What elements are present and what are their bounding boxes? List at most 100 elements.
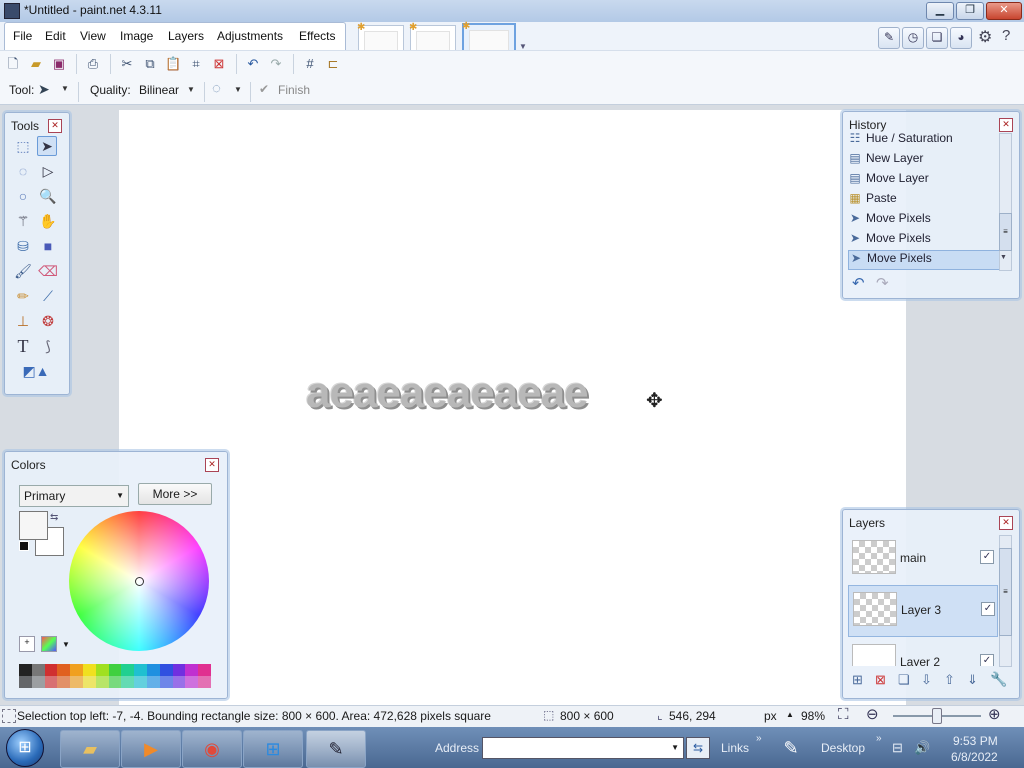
- scroll-down-icon[interactable]: ▼: [1000, 254, 1007, 261]
- menu-image[interactable]: Image: [120, 29, 153, 43]
- menu-adjustments[interactable]: Adjustments: [217, 29, 283, 43]
- clone-stamp-tool-icon[interactable]: ⊥: [13, 311, 33, 331]
- zoom-level[interactable]: 98%: [801, 709, 825, 723]
- layer-properties-icon[interactable]: 🔧: [990, 671, 1007, 688]
- links-label[interactable]: Links: [721, 741, 749, 755]
- zoom-tool-icon[interactable]: 🔍: [38, 186, 58, 206]
- colors-window-icon[interactable]: ◕: [950, 27, 972, 49]
- color-mode-dropdown[interactable]: Primary ▼: [19, 485, 129, 507]
- swap-colors-icon[interactable]: ⇆: [50, 512, 58, 523]
- chrome-taskbar-icon[interactable]: ◉: [182, 730, 242, 768]
- ellipse-select-tool-icon[interactable]: ○: [13, 186, 33, 206]
- menu-effects[interactable]: Effects: [299, 29, 335, 43]
- tool-dropdown-icon[interactable]: ▼: [61, 84, 69, 93]
- palette-swatch[interactable]: [121, 664, 135, 688]
- media-player-taskbar-icon[interactable]: ▶: [121, 730, 181, 768]
- menu-view[interactable]: View: [80, 29, 106, 43]
- palette-swatch[interactable]: [108, 664, 122, 688]
- palette-swatch[interactable]: [70, 664, 83, 688]
- sampling-icon[interactable]: ◌: [212, 80, 221, 97]
- history-item[interactable]: ☷ Hue / Saturation: [848, 131, 998, 149]
- palette-swatch[interactable]: [82, 664, 96, 688]
- palette-swatch[interactable]: [57, 664, 71, 688]
- sampling-dropdown-icon[interactable]: ▼: [234, 85, 242, 94]
- clock-time[interactable]: 9:53 PM: [953, 734, 998, 748]
- menu-layers[interactable]: Layers: [168, 29, 204, 43]
- color-picker-tool-icon[interactable]: ⟋: [38, 286, 58, 306]
- zoom-out-icon[interactable]: ⊖: [866, 705, 879, 723]
- minimize-button[interactable]: ▁: [926, 2, 954, 20]
- shapes-tool-icon[interactable]: ◩▲: [17, 361, 55, 381]
- layer-visibility-checkbox[interactable]: ✓: [980, 654, 994, 666]
- quality-dropdown-icon[interactable]: ▼: [187, 85, 195, 94]
- start-button[interactable]: ⊞: [6, 729, 44, 767]
- undo-icon[interactable]: ↶: [245, 56, 261, 72]
- history-item[interactable]: ➤ Move Pixels: [848, 211, 998, 229]
- color-palette[interactable]: [19, 664, 211, 688]
- links-chevron-icon[interactable]: »: [756, 733, 762, 744]
- move-selected-pixels-icon[interactable]: ➤: [38, 81, 50, 98]
- grid-icon[interactable]: #: [302, 56, 318, 72]
- address-input[interactable]: ▼: [482, 737, 684, 759]
- history-item-selected[interactable]: ➤ Move Pixels: [848, 250, 1000, 270]
- move-layer-down-icon[interactable]: ⇓: [967, 672, 978, 688]
- address-dropdown-icon[interactable]: ▼: [671, 743, 679, 752]
- finish-button[interactable]: Finish: [278, 83, 310, 97]
- layer-row-layer-3[interactable]: Layer 3 ✓: [848, 585, 998, 637]
- address-go-icon[interactable]: ⇆: [686, 737, 710, 759]
- cut-icon[interactable]: ✂: [119, 56, 135, 72]
- desktop-chevron-icon[interactable]: »: [876, 733, 882, 744]
- rectangle-select-tool-icon[interactable]: ⬚: [13, 136, 33, 156]
- zoom-to-window-icon[interactable]: ⛶: [838, 706, 849, 723]
- zoom-in-icon[interactable]: ⊕: [988, 705, 1001, 723]
- history-item[interactable]: ▤ New Layer: [848, 151, 998, 169]
- units-chevron-icon[interactable]: ▲: [786, 710, 794, 719]
- paintnet-taskbar-icon[interactable]: ✎: [306, 730, 366, 768]
- palette-swatch[interactable]: [146, 664, 160, 688]
- palette-swatch[interactable]: [159, 664, 173, 688]
- windows-store-taskbar-icon[interactable]: ⊞: [243, 730, 303, 768]
- palette-swatch[interactable]: [19, 664, 32, 688]
- add-layer-icon[interactable]: ⊞: [852, 672, 863, 688]
- tools-panel-close-icon[interactable]: ✕: [48, 119, 62, 133]
- text-tool-icon[interactable]: T: [13, 336, 33, 356]
- paintbrush-tool-icon[interactable]: 🖌: [13, 261, 33, 281]
- eraser-tool-icon[interactable]: ⌫: [38, 261, 58, 281]
- help-icon[interactable]: ?: [1002, 27, 1010, 44]
- move-selected-tool-icon[interactable]: ➤: [37, 136, 57, 156]
- tools-window-icon[interactable]: ✎: [878, 27, 900, 49]
- maximize-button[interactable]: ❐: [956, 2, 984, 20]
- quality-dropdown[interactable]: Bilinear: [139, 83, 179, 97]
- more-colors-button[interactable]: More >>: [138, 483, 212, 505]
- reset-colors-icon[interactable]: [19, 541, 29, 551]
- paste-icon[interactable]: 📋: [165, 56, 181, 72]
- paint-bucket-tool-icon[interactable]: ⛁: [13, 236, 33, 256]
- pan-tool-icon[interactable]: ✋: [38, 211, 58, 231]
- pencil-tool-icon[interactable]: ✏: [13, 286, 33, 306]
- delete-layer-icon[interactable]: ⊠: [875, 672, 886, 688]
- lasso-tool-icon[interactable]: ◌: [13, 161, 33, 181]
- palette-swatch[interactable]: [31, 664, 45, 688]
- palette-swatch[interactable]: [172, 664, 186, 688]
- color-wheel-handle[interactable]: [135, 577, 144, 586]
- palette-menu-icon[interactable]: [41, 636, 57, 652]
- history-redo-icon[interactable]: ↷: [876, 274, 889, 292]
- layer-visibility-checkbox[interactable]: ✓: [980, 550, 994, 564]
- zoom-slider-thumb[interactable]: [932, 708, 942, 724]
- menu-edit[interactable]: Edit: [45, 29, 66, 43]
- settings-gear-icon[interactable]: ⚙: [978, 27, 992, 47]
- history-window-icon[interactable]: ◷: [902, 27, 924, 49]
- palette-swatch[interactable]: [95, 664, 109, 688]
- crop-icon[interactable]: ⌗: [188, 56, 204, 72]
- merge-layer-down-icon[interactable]: ⇩: [921, 672, 932, 688]
- history-item[interactable]: ➤ Move Pixels: [848, 231, 998, 249]
- duplicate-layer-icon[interactable]: ❏: [898, 672, 910, 688]
- volume-icon[interactable]: 🔊: [914, 740, 930, 756]
- palette-swatch[interactable]: [44, 664, 58, 688]
- history-undo-icon[interactable]: ↶: [852, 274, 865, 292]
- gradient-tool-icon[interactable]: ■: [38, 236, 58, 256]
- move-layer-up-icon[interactable]: ⇧: [944, 672, 955, 688]
- palette-swatch[interactable]: [198, 664, 211, 688]
- new-file-icon[interactable]: 🗋: [5, 56, 21, 72]
- add-to-palette-icon[interactable]: +: [19, 636, 35, 652]
